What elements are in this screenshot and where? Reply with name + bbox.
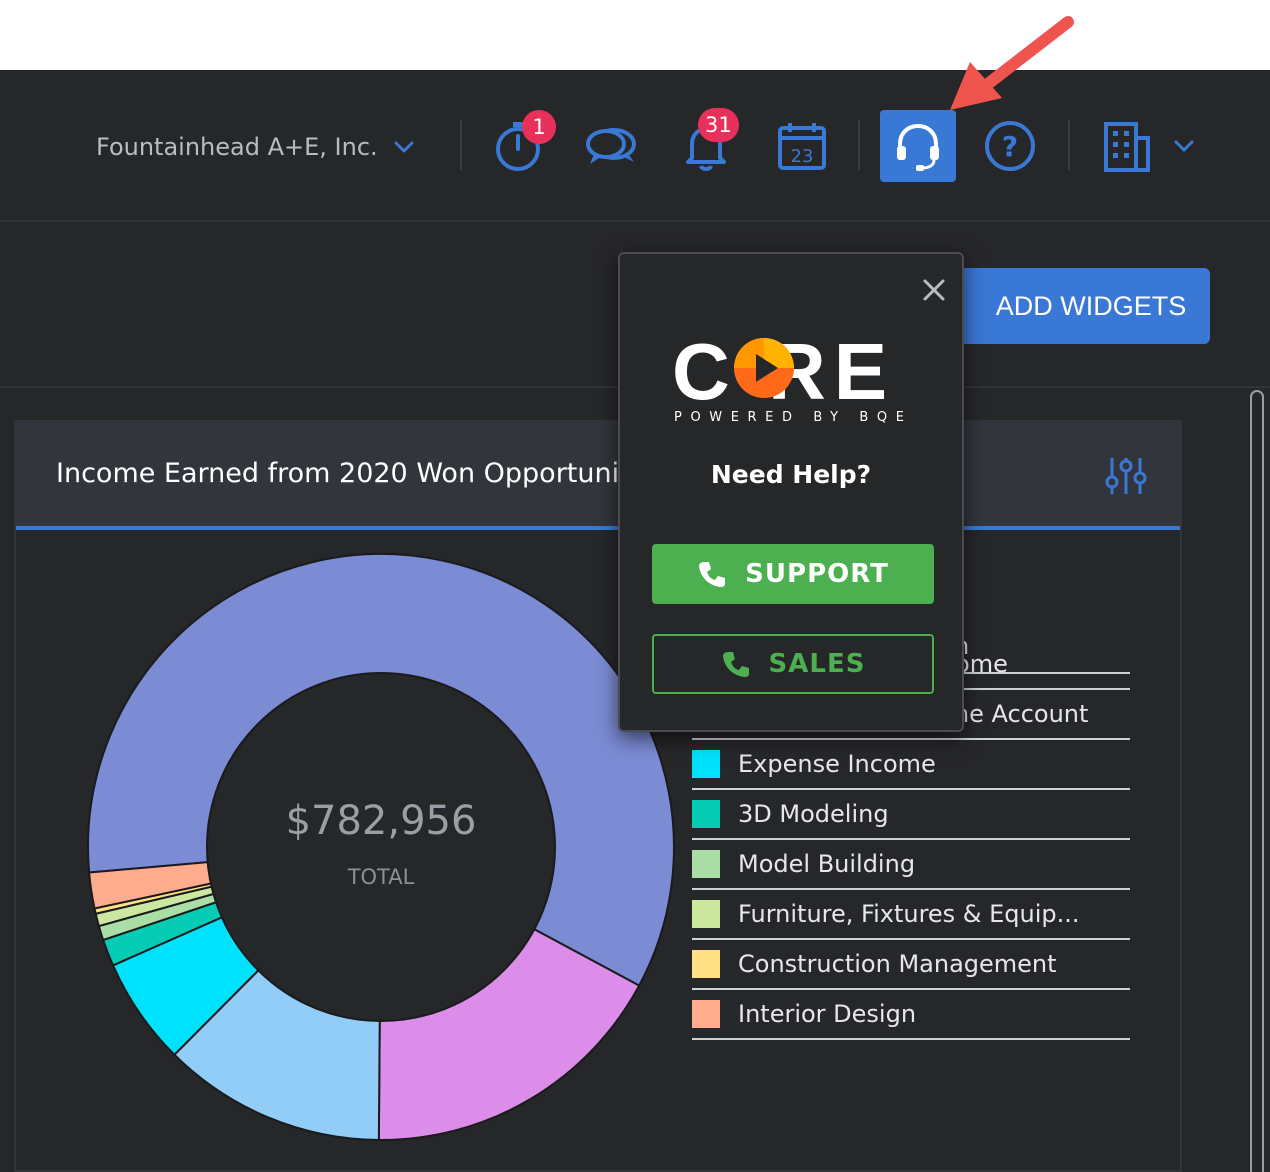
sliders-icon[interactable] [1102, 452, 1150, 500]
timer-button[interactable]: 1 [480, 110, 556, 182]
chevron-down-icon [394, 141, 414, 153]
annotation-arrow-icon [950, 16, 1074, 110]
header-divider [858, 120, 860, 170]
organization-menu-button[interactable] [1098, 110, 1208, 182]
calendar-button[interactable]: 23 [764, 110, 840, 182]
legend-swatch [692, 1000, 720, 1028]
help-glyph: ? [1002, 130, 1018, 163]
core-logo: C RE POWERED BY BQE [670, 326, 920, 430]
support-label: SUPPORT [745, 559, 889, 589]
legend-item[interactable]: Expense Income [692, 740, 1130, 790]
headset-icon [897, 123, 939, 171]
legend-item[interactable]: Furniture, Fixtures & Equip... [692, 890, 1130, 940]
legend-item[interactable]: Model Building [692, 840, 1130, 890]
notifications-button[interactable]: 31 [668, 108, 744, 182]
close-icon[interactable] [920, 276, 948, 304]
chart-total-value: $782,956 [286, 798, 477, 844]
widget-title: Income Earned from 2020 Won Opportunitie… [56, 458, 668, 489]
help-popup: C RE POWERED BY BQE Need Help? SUPPORT S… [618, 252, 964, 732]
legend-label: Interior Design [738, 1000, 917, 1028]
income-widget: Income Earned from 2020 Won Opportunitie… [14, 420, 1182, 1172]
chat-button[interactable] [574, 110, 650, 182]
legend-swatch [692, 850, 720, 878]
help-heading: Need Help? [710, 460, 872, 489]
building-icon [1104, 122, 1150, 172]
income-donut-chart: $782,956 TOTAL [87, 553, 675, 1141]
app-shell: Fountainhead A+E, Inc. 1 31 23 ? ADD WID… [0, 70, 1270, 1172]
support-headset-button[interactable] [880, 110, 956, 182]
legend-label: Model Building [738, 850, 916, 878]
legend-label: Expense Income [738, 750, 936, 778]
legend-swatch [692, 800, 720, 828]
phone-icon [699, 562, 726, 587]
chat-bubbles-icon [586, 128, 636, 164]
widget-header: Income Earned from 2020 Won Opportunitie… [16, 422, 1180, 530]
legend-item[interactable]: 3D Modeling [692, 790, 1130, 840]
phone-icon [722, 652, 749, 677]
legend-swatch [692, 900, 720, 928]
header-divider [1068, 120, 1070, 170]
calendar-icon: 23 [778, 123, 826, 170]
sales-button[interactable]: SALES [652, 634, 934, 694]
company-switcher[interactable]: Fountainhead A+E, Inc. [96, 130, 416, 164]
core-play-logo-icon [734, 338, 794, 398]
legend-swatch [692, 950, 720, 978]
add-widgets-button[interactable]: ADD WIDGETS [942, 268, 1210, 344]
legend-label: Construction Management [738, 950, 1057, 978]
timer-badge: 1 [522, 110, 556, 144]
notifications-badge: 31 [698, 108, 739, 142]
company-name: Fountainhead A+E, Inc. [96, 133, 378, 161]
legend-label: Furniture, Fixtures & Equip... [738, 900, 1080, 928]
header-divider [460, 120, 462, 170]
logo-subtitle: POWERED BY BQE [674, 410, 913, 425]
question-circle-icon: ? [985, 121, 1035, 171]
chart-total-label: TOTAL [347, 865, 415, 889]
help-button[interactable]: ? [972, 110, 1048, 182]
sales-label: SALES [768, 649, 866, 679]
legend-item[interactable]: Interior Design [692, 990, 1130, 1040]
support-button[interactable]: SUPPORT [652, 544, 934, 604]
legend-item[interactable]: Construction Management [692, 940, 1130, 990]
page-scrollbar[interactable] [1250, 390, 1264, 1172]
calendar-day: 23 [791, 146, 814, 167]
chevron-down-icon [1174, 140, 1194, 152]
legend-swatch [692, 750, 720, 778]
legend-label: 3D Modeling [738, 800, 889, 828]
